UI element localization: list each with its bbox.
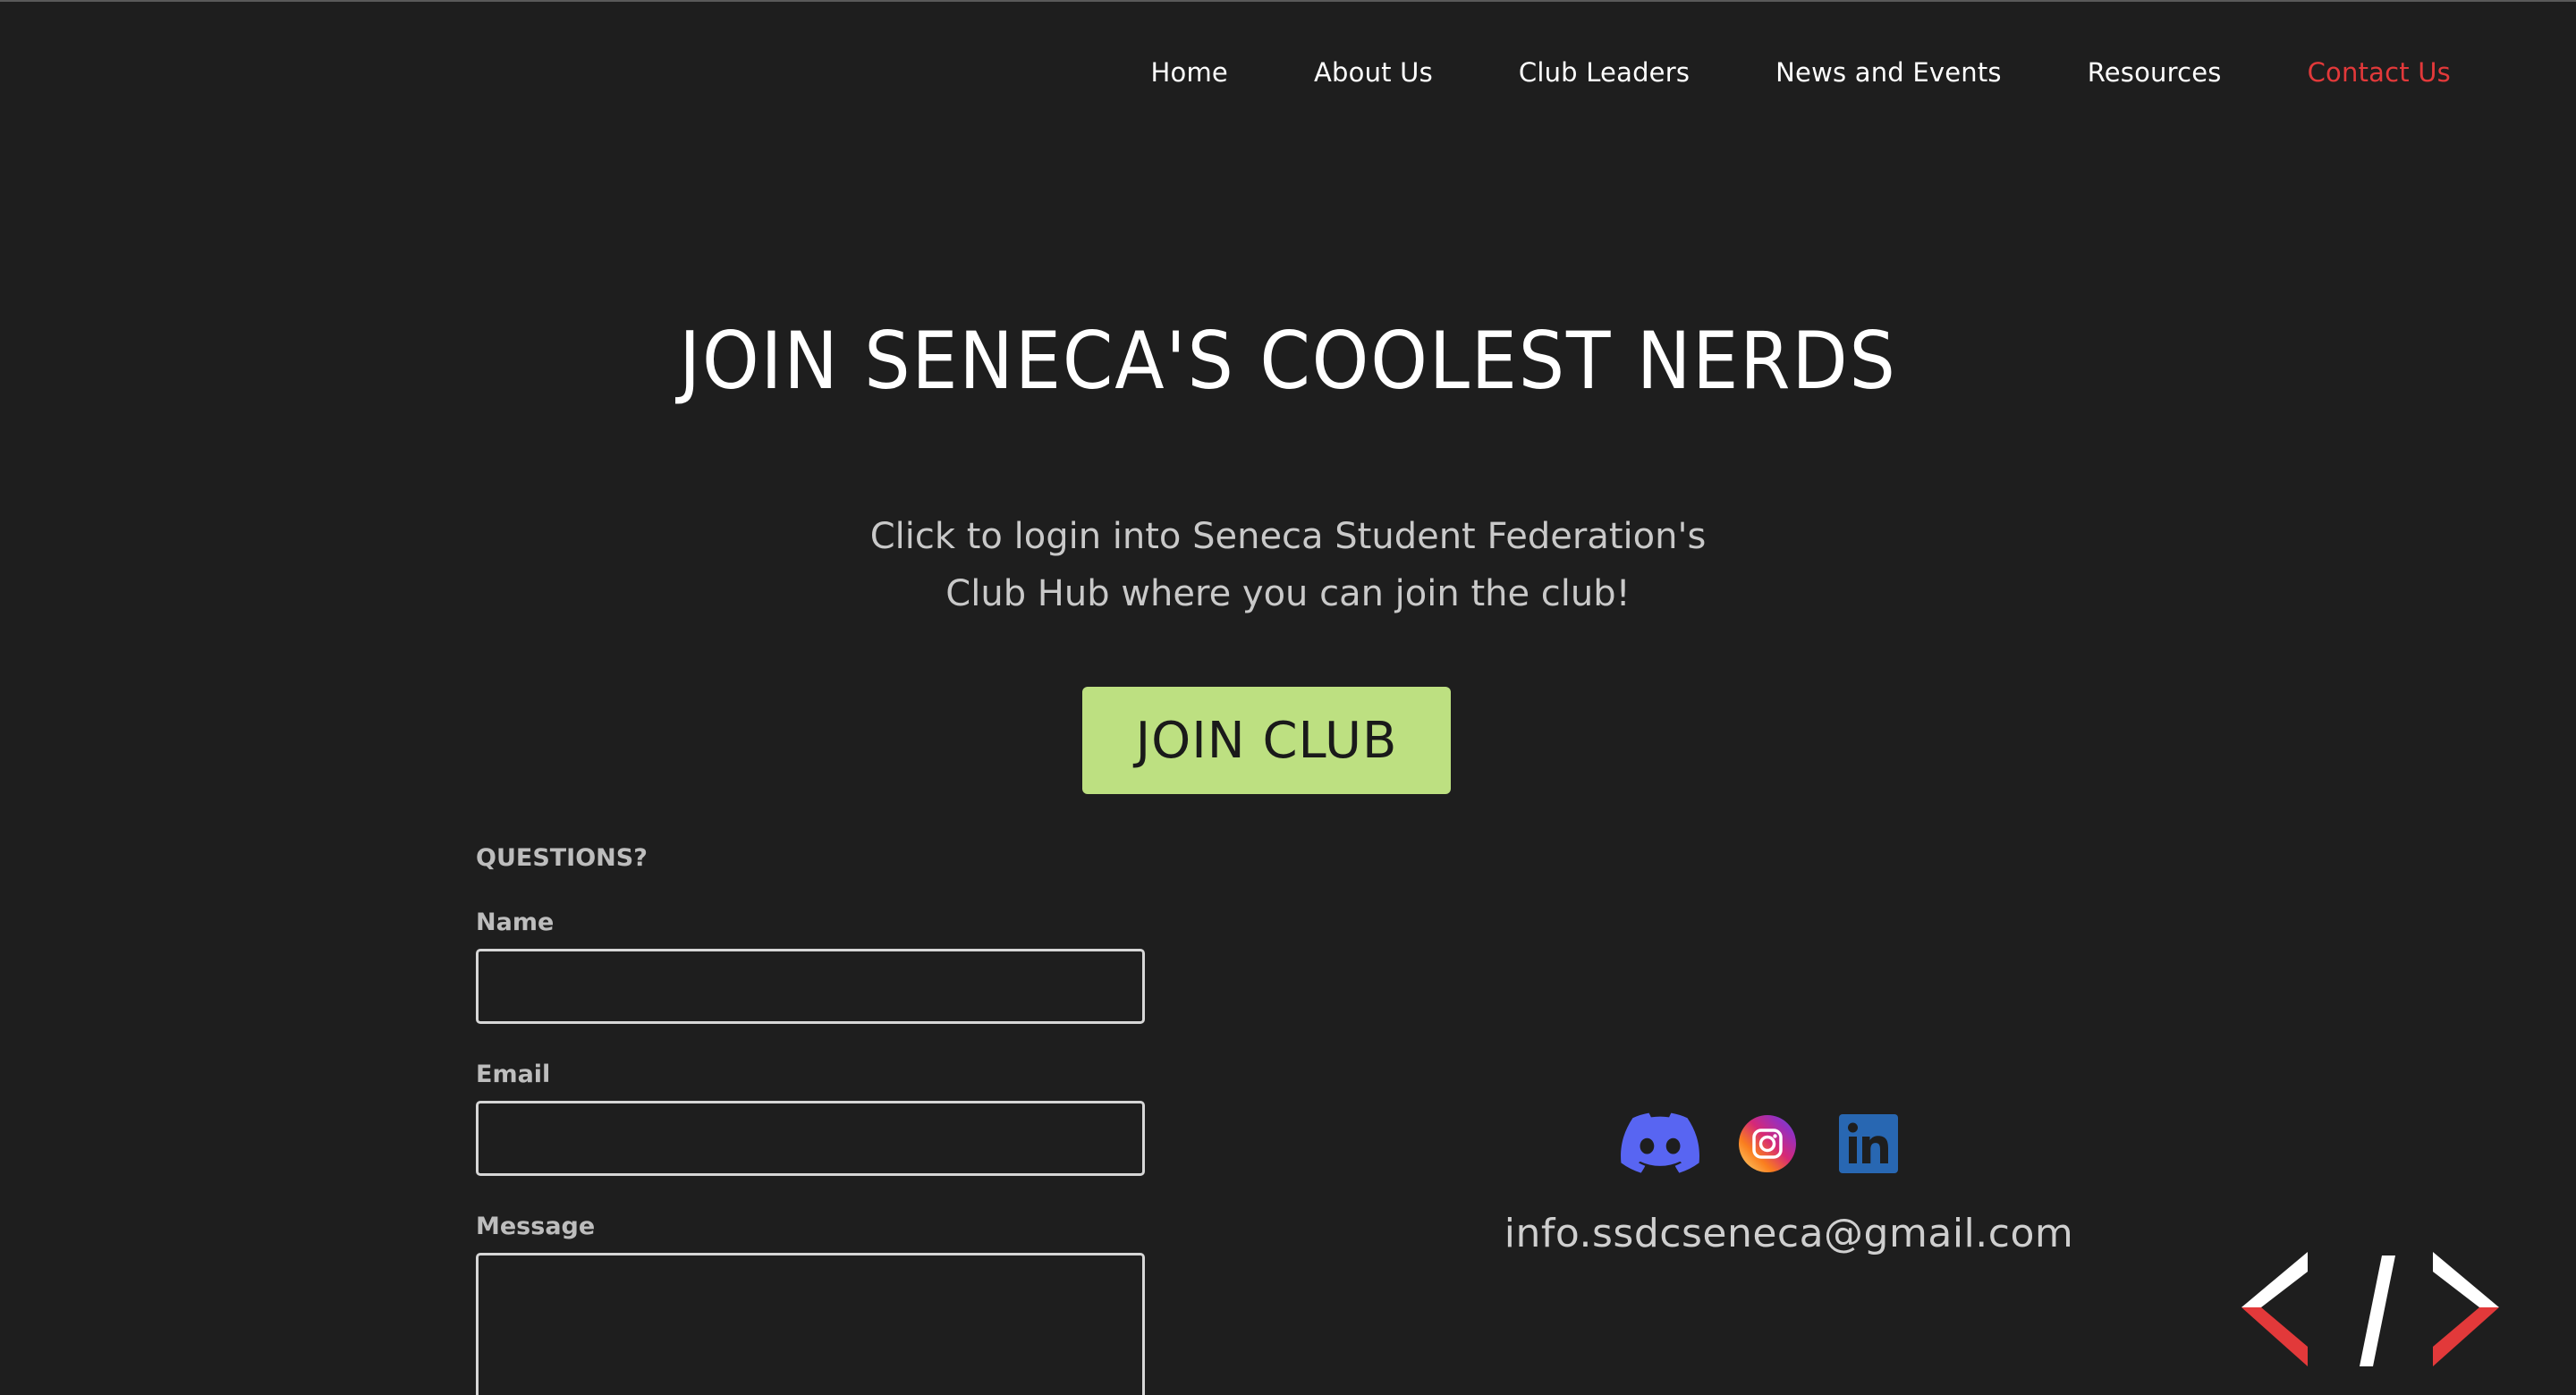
page: Home About Us Club Leaders News and Even… (0, 0, 2576, 1395)
linkedin-icon[interactable] (1839, 1114, 1898, 1173)
message-label: Message (476, 1213, 596, 1240)
nav-about-us[interactable]: About Us (1314, 57, 1433, 88)
hero-subtitle: Click to login into Seneca Student Feder… (0, 508, 2576, 622)
join-club-button[interactable]: JOIN CLUB (1082, 687, 1451, 794)
nav-contact-us[interactable]: Contact Us (2308, 57, 2451, 88)
form-title: QUESTIONS? (476, 844, 648, 872)
social-links (1621, 1112, 1898, 1175)
hero-subtitle-line-2: Club Hub where you can join the club! (945, 573, 1631, 614)
name-field[interactable] (476, 949, 1145, 1024)
discord-icon[interactable] (1621, 1112, 1699, 1175)
code-brackets-logo-icon (2236, 1252, 2504, 1368)
email-field[interactable] (476, 1101, 1145, 1176)
nav-news-and-events[interactable]: News and Events (1775, 57, 2002, 88)
instagram-icon[interactable] (1739, 1115, 1796, 1172)
message-field[interactable] (476, 1253, 1145, 1395)
nav-resources[interactable]: Resources (2088, 57, 2222, 88)
page-title: JOIN SENECA'S COOLEST NERDS (679, 315, 1897, 407)
contact-email[interactable]: info.ssdcseneca@gmail.com (1342, 1211, 2236, 1256)
name-label: Name (476, 909, 555, 936)
email-label: Email (476, 1061, 551, 1088)
nav-club-leaders[interactable]: Club Leaders (1519, 57, 1690, 88)
hero-subtitle-line-1: Click to login into Seneca Student Feder… (869, 516, 1707, 557)
nav-home[interactable]: Home (1151, 57, 1228, 88)
main-nav: Home About Us Club Leaders News and Even… (1065, 57, 2451, 88)
